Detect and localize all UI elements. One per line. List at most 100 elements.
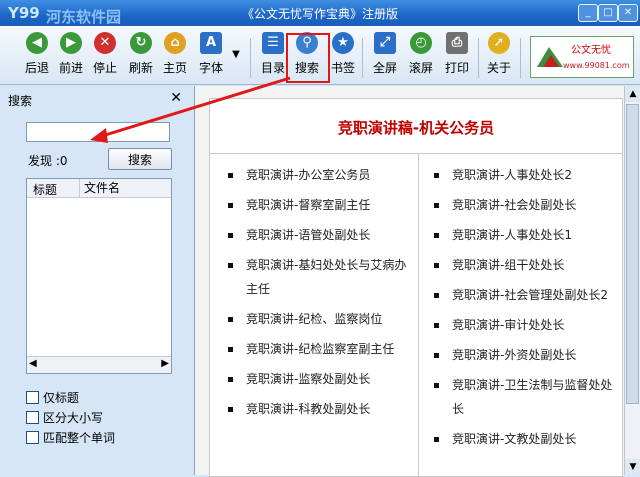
list-item[interactable]: 竞职演讲-纪检、监察岗位 — [216, 307, 412, 331]
whole-word-checkbox[interactable]: 匹配整个单词 — [26, 430, 115, 446]
list-item[interactable]: 竞职演讲-科教处副处长 — [216, 397, 412, 421]
title-only-label: 仅标题 — [43, 391, 80, 405]
bookmark-button[interactable]: ★ 书签 — [326, 32, 360, 82]
restore-button[interactable]: □ — [598, 4, 618, 22]
scrollbar-thumb[interactable] — [626, 104, 639, 404]
brand-name: 公文无忧 — [571, 45, 611, 56]
match-case-label: 区分大小写 — [43, 411, 104, 425]
checkbox-box[interactable] — [26, 411, 39, 424]
search-input[interactable] — [26, 122, 170, 142]
found-count: 发现 :0 — [28, 154, 68, 168]
fullscreen-button[interactable]: ⤢ 全屏 — [368, 32, 402, 82]
brand-emblem-icon — [537, 47, 563, 67]
scroll-left-icon[interactable]: ◀ — [29, 358, 37, 369]
close-icon[interactable]: ✕ — [170, 90, 182, 106]
scroll-right-icon[interactable]: ▶ — [161, 358, 169, 369]
home-icon: ⌂ — [164, 32, 186, 54]
list-item[interactable]: 竞职演讲-人事处处长2 — [422, 163, 618, 187]
window-title: 《公文无忧写作宝典》注册版 — [241, 7, 398, 21]
search-highlight-box — [286, 33, 330, 83]
back-arrow-icon: ◀ — [26, 32, 48, 54]
about-button[interactable]: ➚ 关于 — [482, 32, 516, 82]
forward-button[interactable]: ▶ 前进 — [54, 32, 88, 82]
results-list[interactable]: 标题 文件名 ◀ ▶ — [26, 178, 172, 374]
checkbox-box[interactable] — [26, 431, 39, 444]
search-panel-header: 搜索 ✕ — [4, 90, 186, 108]
font-icon: A — [200, 32, 222, 54]
document-title: 竞职演讲稿-机关公务员 — [337, 119, 495, 137]
printer-icon: ⎙ — [446, 32, 468, 54]
back-label: 后退 — [24, 61, 49, 75]
refresh-icon: ↻ — [130, 32, 152, 54]
forward-label: 前进 — [58, 61, 83, 75]
match-case-checkbox[interactable]: 区分大小写 — [26, 410, 103, 426]
list-item[interactable]: 竞职演讲-审计处处长 — [422, 313, 618, 337]
right-column: 竞职演讲-人事处处长2 竞职演讲-社会处副处长 竞职演讲-人事处处长1 竞职演讲… — [422, 163, 618, 457]
refresh-button[interactable]: ↻ 刷新 — [124, 32, 158, 82]
bookmark-label: 书签 — [330, 61, 355, 75]
list-item[interactable]: 竞职演讲-监察处副处长 — [216, 367, 412, 391]
toc-label: 目录 — [260, 61, 285, 75]
list-item[interactable]: 竞职演讲-卫生法制与监督处处长 — [422, 373, 618, 421]
list-item[interactable]: 竞职演讲-组干处处长 — [422, 253, 618, 277]
fullscreen-label: 全屏 — [372, 61, 397, 75]
list-item[interactable]: 竞职演讲-语管处副处长 — [216, 223, 412, 247]
list-item[interactable]: 竞职演讲-纪检监察室副主任 — [216, 337, 412, 361]
autoscroll-clock-icon: ◴ — [410, 32, 432, 54]
forward-arrow-icon: ▶ — [60, 32, 82, 54]
fullscreen-icon: ⤢ — [374, 32, 396, 54]
print-button[interactable]: ⎙ 打印 — [440, 32, 474, 82]
horizontal-scrollbar[interactable]: ◀ ▶ — [27, 356, 171, 373]
bookmark-star-icon: ★ — [332, 32, 354, 54]
search-panel-title: 搜索 — [8, 94, 33, 108]
title-divider — [210, 153, 622, 154]
whole-word-label: 匹配整个单词 — [43, 431, 116, 445]
results-header: 标题 文件名 — [27, 179, 171, 198]
autoscroll-label: 滚屏 — [408, 61, 433, 75]
scroll-up-icon[interactable]: ▲ — [625, 86, 640, 102]
table-of-contents-icon: ☰ — [262, 32, 284, 54]
print-label: 打印 — [444, 61, 469, 75]
checkbox-box[interactable] — [26, 391, 39, 404]
chevron-down-icon: ▼ — [232, 49, 240, 60]
stop-icon: ✕ — [94, 32, 116, 54]
about-label: 关于 — [486, 61, 511, 75]
refresh-label: 刷新 — [128, 61, 153, 75]
home-button[interactable]: ⌂ 主页 — [158, 32, 192, 82]
toolbar-divider — [478, 38, 479, 78]
toolbar-divider — [520, 38, 521, 78]
font-button[interactable]: A 字体 — [194, 32, 228, 82]
list-item[interactable]: 竞职演讲-外资处副处长 — [422, 343, 618, 367]
list-item[interactable]: 竞职演讲-人事处处长1 — [422, 223, 618, 247]
toc-button[interactable]: ☰ 目录 — [256, 32, 290, 82]
list-item[interactable]: 竞职演讲-社会管理处副处长2 — [422, 283, 618, 307]
stop-label: 停止 — [92, 61, 117, 75]
list-item[interactable]: 竞职演讲-办公室公务员 — [216, 163, 412, 187]
brand-url: www.99081.com — [563, 61, 630, 70]
back-button[interactable]: ◀ 后退 — [20, 32, 54, 82]
list-item[interactable]: 竞职演讲-社会处副处长 — [422, 193, 618, 217]
list-item[interactable]: 竞职演讲-文教处副处长 — [422, 427, 618, 451]
scroll-down-icon[interactable]: ▼ — [625, 459, 640, 475]
title-bar: Y99 河东软件园 《公文无忧写作宝典》注册版 _ □ ✕ — [0, 0, 640, 26]
list-item[interactable]: 竞职演讲-督察室副主任 — [216, 193, 412, 217]
title-only-checkbox[interactable]: 仅标题 — [26, 390, 79, 406]
font-label: 字体 — [198, 61, 223, 75]
list-item[interactable]: 竞职演讲-基妇处处长与艾病办主任 — [216, 253, 412, 301]
vertical-scrollbar[interactable]: ▲ ▼ — [624, 86, 640, 475]
close-button[interactable]: ✕ — [618, 4, 638, 22]
column-header-filename[interactable]: 文件名 — [79, 179, 120, 197]
cursor-icon: ➚ — [488, 32, 510, 54]
document-page: 竞职演讲稿-机关公务员 竞职演讲-办公室公务员 竞职演讲-督察室副主任 竞职演讲… — [209, 98, 623, 477]
column-divider — [418, 153, 419, 476]
toolbar-divider — [250, 38, 251, 78]
left-column: 竞职演讲-办公室公务员 竞职演讲-督察室副主任 竞职演讲-语管处副处长 竞职演讲… — [216, 163, 412, 427]
column-header-title[interactable]: 标题 — [33, 181, 57, 198]
toolbar-divider — [362, 38, 363, 78]
home-label: 主页 — [162, 61, 187, 75]
minimize-button[interactable]: _ — [578, 4, 598, 22]
stop-button[interactable]: ✕ 停止 — [88, 32, 122, 82]
search-submit-button[interactable]: 搜索 — [108, 148, 172, 170]
autoscroll-button[interactable]: ◴ 滚屏 — [404, 32, 438, 82]
brand-logo: 公文无忧 www.99081.com — [530, 36, 634, 78]
